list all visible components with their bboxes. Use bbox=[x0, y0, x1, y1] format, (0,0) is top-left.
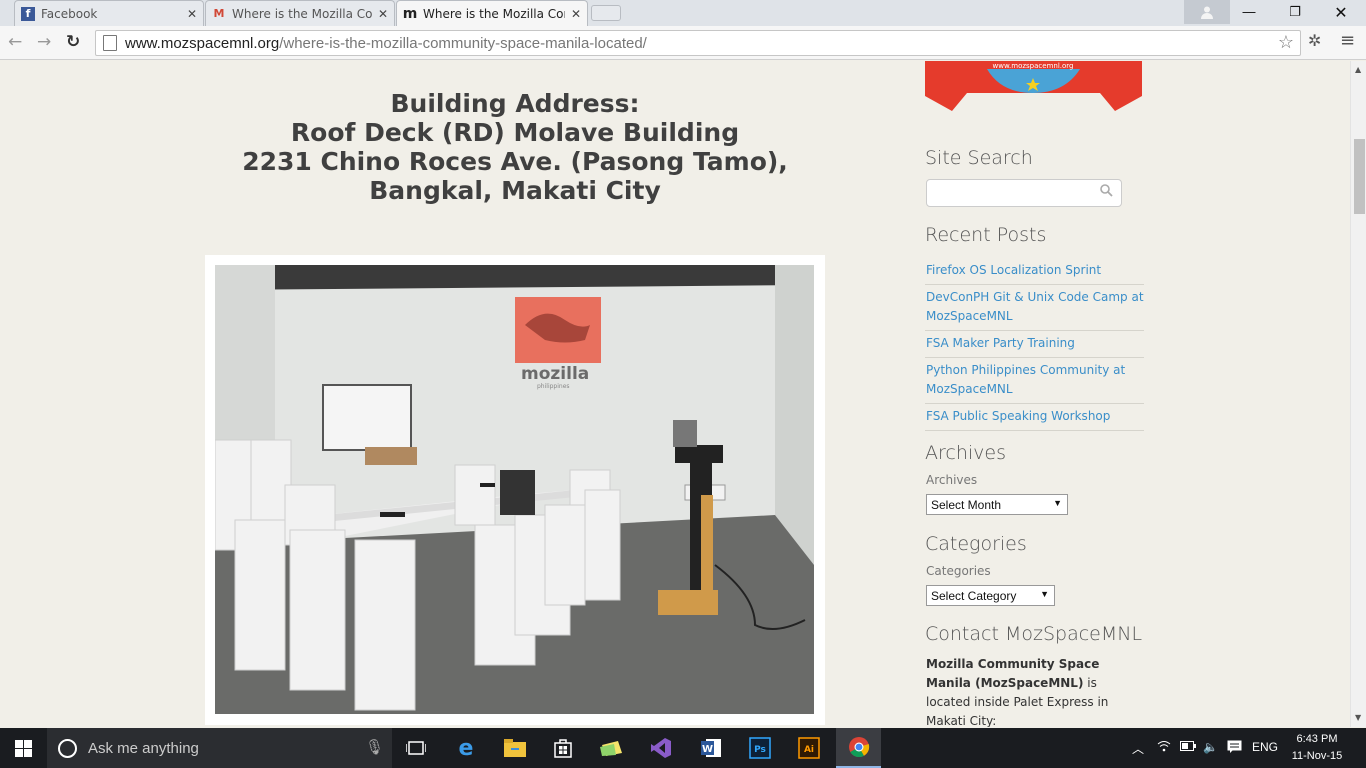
bookmark-star-icon[interactable]: ☆ bbox=[1278, 32, 1294, 53]
tab-title: Where is the Mozilla Com bbox=[423, 6, 565, 21]
illustrator-icon[interactable]: Ai bbox=[791, 728, 827, 768]
svg-text:philippines: philippines bbox=[537, 383, 570, 390]
task-view-icon[interactable] bbox=[398, 728, 434, 768]
tab-title: Facebook bbox=[41, 6, 98, 21]
recent-post-link[interactable]: Python Philippines Community at MozSpace… bbox=[925, 358, 1144, 404]
recent-post-link[interactable]: Firefox OS Localization Sprint bbox=[925, 258, 1144, 285]
svg-text:Ps: Ps bbox=[754, 745, 766, 755]
photo-frame: mozilla philippines bbox=[205, 255, 825, 725]
web-page: Building Address: Roof Deck (RD) Molave … bbox=[0, 61, 1350, 727]
archives-title: Archives bbox=[925, 442, 1006, 464]
facebook-icon: f bbox=[21, 6, 35, 21]
tab-strip: f Facebook ✕ M Where is the Mozilla Com … bbox=[0, 0, 1366, 26]
cortana-icon bbox=[58, 738, 77, 758]
address-city: Bangkal, Makati City bbox=[369, 176, 661, 205]
site-search-input[interactable] bbox=[926, 179, 1122, 207]
recent-post-link[interactable]: FSA Maker Party Training bbox=[925, 331, 1144, 358]
recent-posts-title: Recent Posts bbox=[925, 224, 1047, 246]
tab-gmail[interactable]: M Where is the Mozilla Com ✕ bbox=[205, 0, 395, 26]
microphone-icon[interactable]: 🎙 bbox=[365, 738, 384, 756]
url-path: /where-is-the-mozilla-community-space-ma… bbox=[279, 34, 647, 52]
sticky-notes-icon[interactable] bbox=[594, 728, 630, 768]
categories-title: Categories bbox=[925, 533, 1027, 555]
scroll-down-icon[interactable]: ▼ bbox=[1355, 713, 1361, 722]
chrome-menu-icon[interactable]: ≡ bbox=[1340, 30, 1355, 51]
cortana-search-box[interactable]: Ask me anything 🎙 bbox=[47, 728, 392, 768]
address-heading: Building Address: bbox=[390, 89, 640, 118]
scrollbar-thumb[interactable] bbox=[1354, 139, 1365, 214]
cortana-placeholder: Ask me anything bbox=[88, 739, 199, 757]
building-address: Building Address: Roof Deck (RD) Molave … bbox=[205, 89, 825, 205]
address-building: Roof Deck (RD) Molave Building bbox=[290, 118, 740, 147]
recent-post-link[interactable]: FSA Public Speaking Workshop bbox=[925, 404, 1144, 431]
page-icon bbox=[103, 35, 117, 51]
close-tab-icon[interactable]: ✕ bbox=[187, 7, 197, 21]
input-language[interactable]: ENG bbox=[1252, 740, 1278, 754]
windows-taskbar: Ask me anything 🎙 e W Ps Ai ︿ 🔈 ENG 6:43… bbox=[0, 728, 1366, 768]
extension-bug-icon[interactable]: ✲ bbox=[1308, 31, 1321, 50]
photoshop-icon[interactable]: Ps bbox=[742, 728, 778, 768]
word-icon[interactable]: W bbox=[693, 728, 729, 768]
ribbon-text: www.mozspacemnl.org bbox=[993, 62, 1074, 70]
mozilla-icon: m bbox=[402, 5, 418, 22]
svg-text:W: W bbox=[702, 744, 713, 755]
close-window-button[interactable]: ✕ bbox=[1318, 0, 1364, 24]
volume-icon[interactable]: 🔈 bbox=[1203, 740, 1218, 754]
contact-text: Mozilla Community Space Manila (MozSpace… bbox=[926, 655, 1141, 727]
dropdown-arrow-icon: ▼ bbox=[1053, 498, 1062, 508]
clock-date: 11-Nov-15 bbox=[1291, 750, 1343, 762]
new-tab-button[interactable] bbox=[591, 5, 621, 21]
scroll-up-icon[interactable]: ▲ bbox=[1355, 65, 1361, 74]
categories-select-value: Select Category bbox=[931, 589, 1017, 603]
tab-title: Where is the Mozilla Com bbox=[232, 6, 372, 21]
close-tab-icon[interactable]: ✕ bbox=[571, 7, 581, 21]
site-search-title: Site Search bbox=[925, 147, 1033, 169]
visual-studio-icon[interactable] bbox=[643, 728, 679, 768]
store-icon[interactable] bbox=[545, 728, 581, 768]
svg-text:mozilla: mozilla bbox=[521, 364, 589, 384]
archives-label: Archives bbox=[926, 473, 978, 487]
archives-select[interactable]: Select Month ▼ bbox=[926, 494, 1068, 515]
wifi-icon[interactable] bbox=[1157, 740, 1171, 755]
address-street: 2231 Chino Roces Ave. (Pasong Tamo), bbox=[242, 147, 788, 176]
gmail-icon: M bbox=[213, 7, 225, 20]
page-scrollbar[interactable]: ▲ ▼ bbox=[1350, 61, 1366, 727]
contact-title: Contact MozSpaceMNL bbox=[925, 623, 1143, 645]
contact-bold: Mozilla Community Space Manila (MozSpace… bbox=[926, 657, 1100, 690]
recent-posts-list: Firefox OS Localization Sprint DevConPH … bbox=[925, 258, 1144, 431]
svg-text:Ai: Ai bbox=[804, 745, 814, 755]
close-tab-icon[interactable]: ✕ bbox=[378, 7, 388, 21]
restore-button[interactable]: ❐ bbox=[1272, 0, 1318, 24]
taskbar-clock[interactable]: 6:43 PM 11-Nov-15 bbox=[1286, 731, 1348, 765]
search-icon[interactable] bbox=[1100, 184, 1113, 201]
show-hidden-icons-icon[interactable]: ︿ bbox=[1132, 740, 1144, 757]
reload-icon[interactable]: ↻ bbox=[66, 32, 80, 52]
recent-post-link[interactable]: DevConPH Git & Unix Code Camp at MozSpac… bbox=[925, 285, 1144, 331]
mozspace-ribbon-logo[interactable]: www.mozspacemnl.org bbox=[925, 61, 1142, 111]
clock-time: 6:43 PM bbox=[1296, 733, 1338, 745]
back-arrow-icon[interactable]: ← bbox=[8, 32, 22, 52]
space-photo: mozilla philippines bbox=[215, 265, 814, 714]
forward-arrow-icon[interactable]: → bbox=[37, 32, 51, 52]
categories-label: Categories bbox=[926, 564, 991, 578]
battery-icon[interactable] bbox=[1180, 740, 1196, 754]
tab-facebook[interactable]: f Facebook ✕ bbox=[14, 0, 204, 26]
address-bar[interactable]: www.mozspacemnl.org/where-is-the-mozilla… bbox=[95, 30, 1301, 56]
archives-select-value: Select Month bbox=[931, 498, 1002, 512]
file-explorer-icon[interactable] bbox=[497, 728, 533, 768]
browser-toolbar: ← → ↻ www.mozspacemnl.org/where-is-the-m… bbox=[0, 26, 1366, 60]
url-host: www.mozspacemnl.org bbox=[125, 34, 280, 52]
edge-icon[interactable]: e bbox=[448, 728, 484, 768]
windows-start-icon[interactable] bbox=[0, 728, 47, 768]
user-profile-icon[interactable] bbox=[1184, 0, 1230, 24]
minimize-button[interactable]: ― bbox=[1226, 0, 1272, 24]
dropdown-arrow-icon: ▼ bbox=[1040, 589, 1049, 599]
tab-mozspace[interactable]: m Where is the Mozilla Com ✕ bbox=[396, 0, 588, 26]
chrome-icon[interactable] bbox=[836, 728, 881, 768]
notifications-icon[interactable] bbox=[1227, 740, 1242, 756]
categories-select[interactable]: Select Category ▼ bbox=[926, 585, 1055, 606]
